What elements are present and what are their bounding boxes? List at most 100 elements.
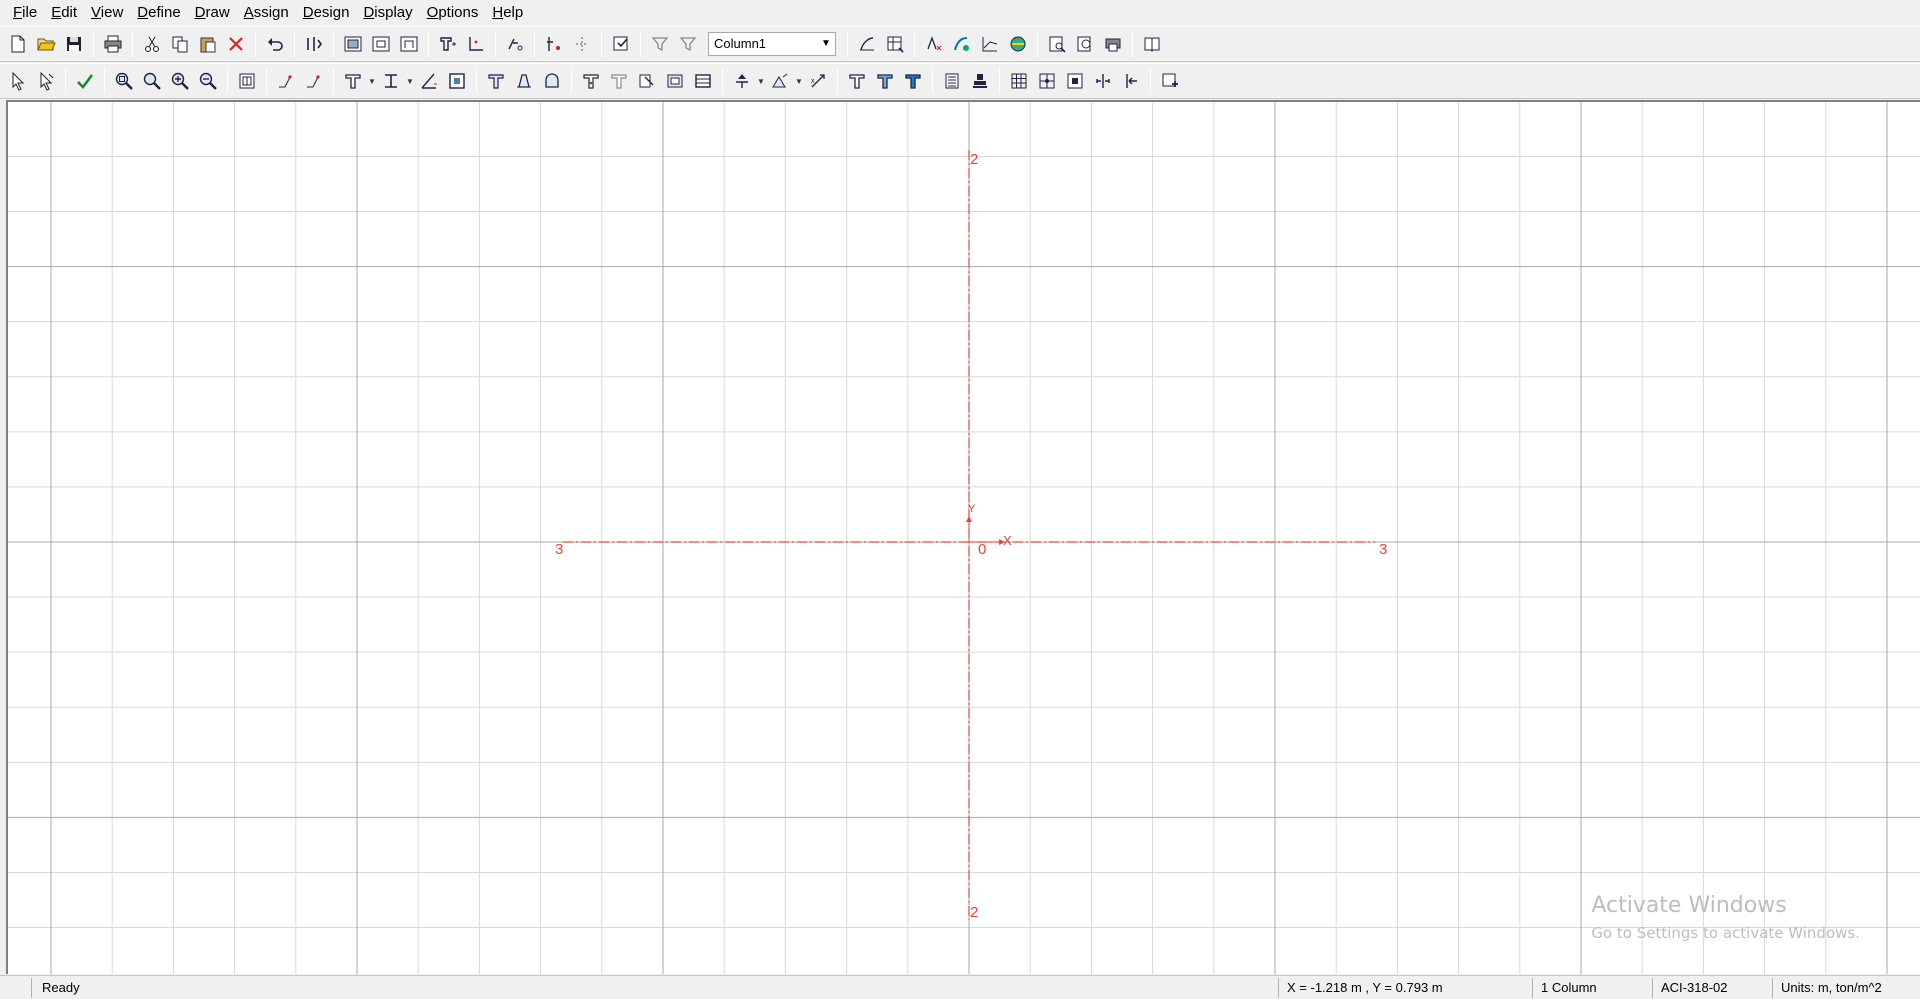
toolbar-separator xyxy=(1132,31,1133,57)
menu-display[interactable]: Display xyxy=(356,2,419,24)
assign-steel-button[interactable] xyxy=(899,67,927,95)
menu-view[interactable]: View xyxy=(84,2,130,24)
show-results-button[interactable] xyxy=(881,30,909,58)
draw-box-button[interactable] xyxy=(443,67,471,95)
view-elevation-button[interactable] xyxy=(395,30,423,58)
pan-button[interactable] xyxy=(233,67,261,95)
print-report-button[interactable] xyxy=(1099,30,1127,58)
zoom-window-button[interactable] xyxy=(110,67,138,95)
menu-file[interactable]: File xyxy=(6,2,44,24)
moment-curvature-button[interactable] xyxy=(948,30,976,58)
zoom-in-button[interactable] xyxy=(166,67,194,95)
grid-icon xyxy=(1011,73,1027,89)
scale-button[interactable]: x xyxy=(804,67,832,95)
menu-draw[interactable]: Draw xyxy=(188,2,237,24)
snap-end-button[interactable] xyxy=(1117,67,1145,95)
move-points-button[interactable] xyxy=(540,30,568,58)
draw-arch-button[interactable] xyxy=(538,67,566,95)
chevron-down-icon[interactable]: ▼ xyxy=(794,67,804,95)
status-coordinates: X = -1.218 m , Y = 0.793 m xyxy=(1278,978,1532,998)
add-point-button[interactable] xyxy=(1156,67,1184,95)
print-button[interactable] xyxy=(99,30,127,58)
draw-polygon-button[interactable] xyxy=(272,67,300,95)
show-labels-button[interactable] xyxy=(501,30,529,58)
draw-tee-button[interactable] xyxy=(339,67,367,95)
chevron-down-icon[interactable]: ▼ xyxy=(405,67,415,95)
save-button[interactable] xyxy=(60,30,88,58)
check-model-button[interactable] xyxy=(607,30,635,58)
rotate-button[interactable] xyxy=(728,67,756,95)
steel-filter-icon xyxy=(905,74,921,89)
pan-icon xyxy=(239,73,255,89)
section-filter-alt-button[interactable] xyxy=(674,30,702,58)
view-plan-button[interactable] xyxy=(367,30,395,58)
toolbar-separator xyxy=(534,31,535,57)
zoom-out-button[interactable] xyxy=(194,67,222,95)
drawing-canvas[interactable]: 2 2 3 3 0 X Y xyxy=(6,100,1920,974)
moment-curvature-icon xyxy=(954,37,969,51)
chevron-down-icon[interactable]: ▼ xyxy=(756,67,766,95)
align-points-button[interactable] xyxy=(568,30,596,58)
accept-button[interactable] xyxy=(71,67,99,95)
draw-rebar-arc-button[interactable] xyxy=(633,67,661,95)
view-3d-button[interactable] xyxy=(339,30,367,58)
chevron-down-icon[interactable]: ▼ xyxy=(367,67,377,95)
undo-button[interactable] xyxy=(261,30,289,58)
preview-report-button[interactable] xyxy=(1071,30,1099,58)
status-units[interactable]: Units: m, ton/m^2 xyxy=(1772,978,1920,998)
copy-button[interactable] xyxy=(166,30,194,58)
toolbar-separator xyxy=(104,68,105,94)
section-filter-button[interactable] xyxy=(646,30,674,58)
menu-options[interactable]: Options xyxy=(420,2,486,24)
toolbar-separator xyxy=(65,68,66,94)
new-file-button[interactable] xyxy=(4,30,32,58)
interaction-diagram-button[interactable] xyxy=(853,30,881,58)
draw-rebar-button[interactable] xyxy=(577,67,605,95)
stress-strain-button[interactable] xyxy=(976,30,1004,58)
stamp-button[interactable] xyxy=(966,67,994,95)
check-model-icon xyxy=(613,36,628,51)
draw-shape-button[interactable] xyxy=(300,67,328,95)
axial-moment-button[interactable] xyxy=(920,30,948,58)
snap-middle-button[interactable] xyxy=(1089,67,1117,95)
draw-ibeam-button[interactable] xyxy=(377,67,405,95)
status-design-code[interactable]: ACI-318-02 xyxy=(1652,978,1772,998)
paste-button[interactable] xyxy=(194,30,222,58)
zoom-in-icon xyxy=(171,72,189,90)
3d-surface-button[interactable] xyxy=(1004,30,1032,58)
menu-edit[interactable]: Edit xyxy=(44,2,84,24)
reshape-button[interactable] xyxy=(32,67,60,95)
cut-button[interactable] xyxy=(138,30,166,58)
draw-angle-button[interactable] xyxy=(415,67,443,95)
menu-design[interactable]: Design xyxy=(296,2,357,24)
assign-concrete-button[interactable] xyxy=(871,67,899,95)
filter-icon xyxy=(651,37,669,52)
snap-grid-button[interactable] xyxy=(1033,67,1061,95)
draw-channel-button[interactable] xyxy=(482,67,510,95)
refresh-view-button[interactable] xyxy=(300,30,328,58)
menu-help[interactable]: Help xyxy=(485,2,530,24)
grid-canvas[interactable]: 2 2 3 3 0 X Y xyxy=(8,102,1920,974)
chevron-down-icon[interactable]: ▼ xyxy=(817,33,835,55)
zoom-restore-button[interactable] xyxy=(138,67,166,95)
grid-button[interactable] xyxy=(1005,67,1033,95)
draw-rebar-line-button[interactable] xyxy=(605,67,633,95)
assign-material-button[interactable] xyxy=(843,67,871,95)
open-file-button[interactable] xyxy=(32,30,60,58)
toolbar-separator xyxy=(601,31,602,57)
snap-points-button[interactable] xyxy=(1061,67,1089,95)
help-manual-button[interactable] xyxy=(1138,30,1166,58)
zoom-report-button[interactable] xyxy=(1043,30,1071,58)
menu-assign[interactable]: Assign xyxy=(237,2,296,24)
rubber-band-button[interactable] xyxy=(434,30,462,58)
select-pointer-button[interactable] xyxy=(4,67,32,95)
draw-rebar-rect-button[interactable] xyxy=(661,67,689,95)
axes-button[interactable] xyxy=(462,30,490,58)
section-select[interactable]: Column1 ▼ xyxy=(708,32,836,56)
mirror-button[interactable] xyxy=(766,67,794,95)
draw-trapezoid-button[interactable] xyxy=(510,67,538,95)
draw-rebar-circle-button[interactable] xyxy=(689,67,717,95)
delete-button[interactable] xyxy=(222,30,250,58)
menu-define[interactable]: Define xyxy=(130,2,187,24)
section-properties-button[interactable] xyxy=(938,67,966,95)
